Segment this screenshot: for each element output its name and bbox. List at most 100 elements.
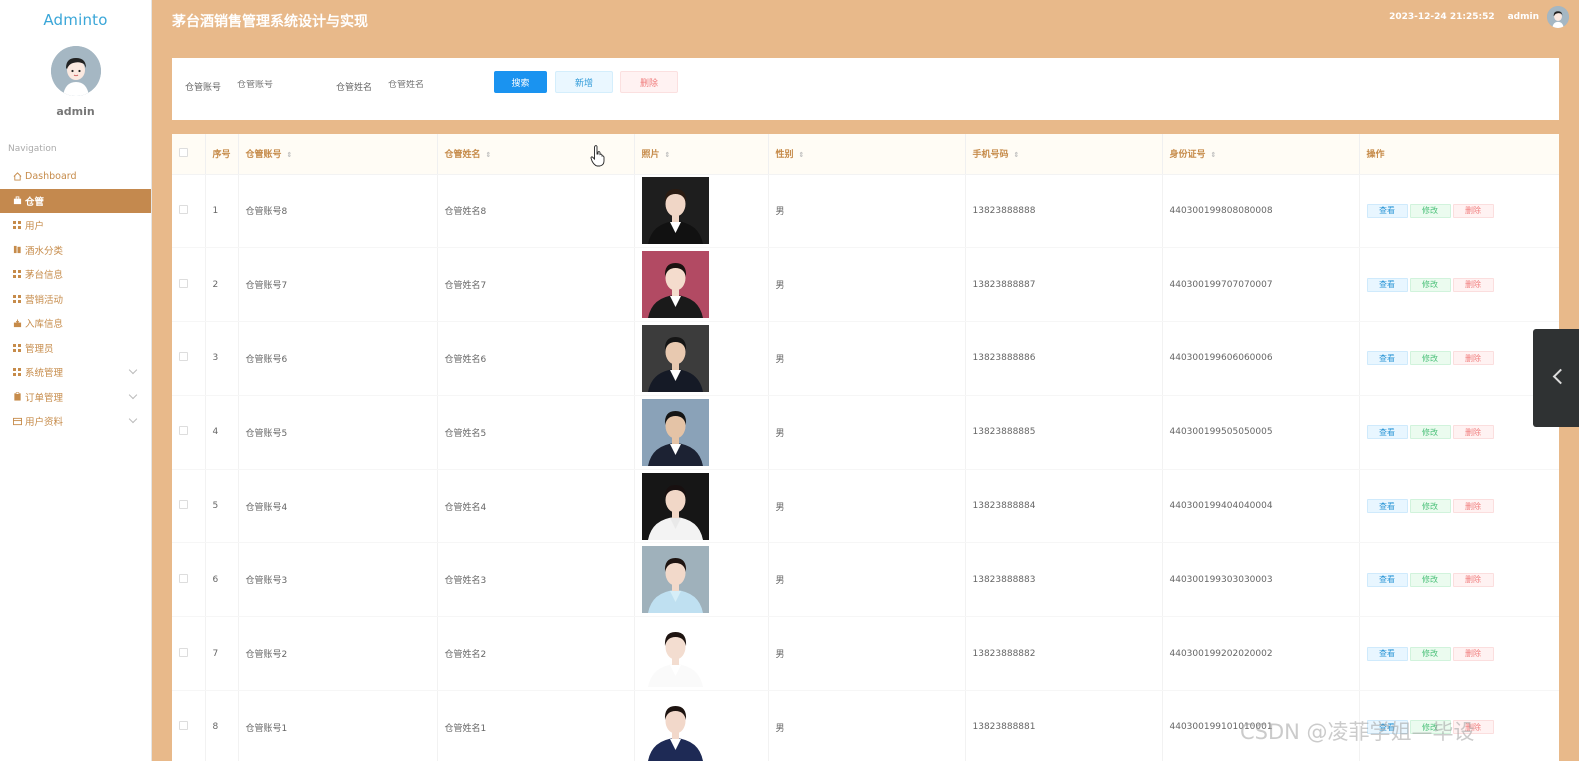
sidebar-item-warehouse-keeper[interactable]: 仓管 bbox=[0, 188, 151, 213]
sort-icon[interactable]: ⇕ bbox=[799, 151, 805, 159]
sidebar-item-system[interactable]: 系统管理 bbox=[0, 360, 151, 385]
view-button[interactable]: 查看 bbox=[1366, 425, 1408, 440]
column-header-photo[interactable]: 照片 ⇕ bbox=[634, 134, 769, 175]
name-search-input[interactable] bbox=[388, 80, 468, 90]
cell-photo[interactable] bbox=[634, 395, 769, 470]
column-header-id-number[interactable]: 身份证号 ⇕ bbox=[1162, 134, 1360, 175]
view-button[interactable]: 查看 bbox=[1366, 203, 1408, 218]
account-label: 仓管账号 bbox=[185, 83, 222, 93]
sort-icon[interactable]: ⇕ bbox=[665, 151, 671, 159]
cell-account: 仓管账号1 bbox=[238, 690, 438, 761]
cell-gender: 男 bbox=[768, 690, 966, 761]
sidebar-item-orders[interactable]: 订单管理 bbox=[0, 385, 151, 410]
batch-delete-button[interactable]: 删除 bbox=[620, 71, 678, 93]
delete-button[interactable]: 删除 bbox=[1452, 499, 1494, 514]
user-avatar[interactable] bbox=[50, 46, 101, 96]
edit-button[interactable]: 修改 bbox=[1409, 425, 1451, 440]
sidebar-item-label: 管理员 bbox=[25, 343, 54, 355]
header-username[interactable]: admin bbox=[1508, 12, 1539, 22]
delete-button[interactable]: 删除 bbox=[1452, 277, 1494, 292]
cell-name: 仓管姓名6 bbox=[437, 321, 635, 396]
cell-id-number: 440300199303030003 bbox=[1162, 542, 1360, 618]
edit-button[interactable]: 修改 bbox=[1409, 203, 1451, 218]
sidebar-item-dashboard[interactable]: Dashboard bbox=[0, 164, 151, 189]
edit-button[interactable]: 修改 bbox=[1409, 351, 1451, 366]
cell-index: 1 bbox=[205, 174, 239, 249]
view-button[interactable]: 查看 bbox=[1366, 572, 1408, 587]
row-select-cell bbox=[172, 469, 206, 544]
edit-button[interactable]: 修改 bbox=[1409, 499, 1451, 514]
sidebar-item-moutai-info[interactable]: 茅台信息 bbox=[0, 262, 151, 287]
cell-actions: 查看 修改 删除 bbox=[1359, 247, 1559, 323]
cell-photo[interactable] bbox=[634, 321, 769, 396]
view-button[interactable]: 查看 bbox=[1366, 499, 1408, 514]
sort-icon[interactable]: ⇕ bbox=[287, 151, 293, 159]
select-all-checkbox[interactable] bbox=[179, 147, 188, 157]
sort-icon[interactable]: ⇕ bbox=[1014, 151, 1020, 159]
cell-account: 仓管账号8 bbox=[238, 174, 438, 249]
table-row: 2 仓管账号7 仓管姓名7 男 13823888887 440300199707… bbox=[172, 247, 1559, 323]
sidebar-item-label: 入库信息 bbox=[25, 319, 64, 331]
edit-button[interactable]: 修改 bbox=[1409, 646, 1451, 661]
row-checkbox[interactable] bbox=[179, 426, 188, 436]
grid-icon bbox=[12, 294, 22, 304]
cell-photo[interactable] bbox=[634, 174, 769, 249]
sidebar-item-user-profile[interactable]: 用户资料 bbox=[0, 409, 151, 434]
row-checkbox[interactable] bbox=[179, 278, 188, 288]
row-checkbox[interactable] bbox=[179, 647, 188, 657]
cell-photo[interactable] bbox=[634, 690, 769, 761]
cell-account: 仓管账号5 bbox=[238, 395, 438, 470]
view-button[interactable]: 查看 bbox=[1366, 351, 1408, 366]
table-row: 7 仓管账号2 仓管姓名2 男 13823888882 440300199202… bbox=[172, 616, 1559, 692]
view-button[interactable]: 查看 bbox=[1366, 277, 1408, 292]
app-logo[interactable]: Adminto bbox=[0, 0, 151, 40]
sidebar-item-marketing[interactable]: 营销活动 bbox=[0, 287, 151, 312]
cell-gender: 男 bbox=[768, 616, 966, 692]
column-header-account[interactable]: 仓管账号 ⇕ bbox=[238, 134, 438, 175]
person-photo bbox=[641, 546, 709, 614]
table-header-row: 序号 仓管账号 ⇕ 仓管姓名 ⇕ 照片 ⇕ 性别 ⇕ 手机号码 ⇕ 身份证号 ⇕ 操作 bbox=[172, 134, 1559, 175]
search-button[interactable]: 搜索 bbox=[494, 71, 547, 93]
delete-button[interactable]: 删除 bbox=[1452, 572, 1494, 587]
sort-icon[interactable]: ⇕ bbox=[486, 151, 492, 159]
delete-button[interactable]: 删除 bbox=[1452, 351, 1494, 366]
cell-name: 仓管姓名5 bbox=[437, 395, 635, 470]
column-header-gender[interactable]: 性别 ⇕ bbox=[768, 134, 966, 175]
sidebar-item-inbound[interactable]: 入库信息 bbox=[0, 311, 151, 336]
grid-icon bbox=[12, 269, 22, 279]
table-row: 1 仓管账号8 仓管姓名8 男 13823888888 440300199808… bbox=[172, 174, 1559, 249]
row-checkbox[interactable] bbox=[179, 721, 188, 731]
view-button[interactable]: 查看 bbox=[1366, 646, 1408, 661]
cell-photo[interactable] bbox=[634, 247, 769, 323]
sidebar-item-liquor-category[interactable]: 酒水分类 bbox=[0, 238, 151, 263]
cell-photo[interactable] bbox=[634, 542, 769, 618]
edit-button[interactable]: 修改 bbox=[1409, 277, 1451, 292]
person-photo bbox=[641, 324, 709, 392]
delete-button[interactable]: 删除 bbox=[1452, 425, 1494, 440]
watermark: CSDN @凌菲学姐—毕设 bbox=[1240, 720, 1475, 744]
add-button[interactable]: 新增 bbox=[555, 71, 613, 93]
sidebar-item-label: 酒水分类 bbox=[25, 245, 64, 257]
sort-icon[interactable]: ⇕ bbox=[1211, 151, 1217, 159]
sidebar-item-users[interactable]: 用户 bbox=[0, 213, 151, 238]
row-select-cell bbox=[172, 542, 206, 618]
edit-button[interactable]: 修改 bbox=[1409, 572, 1451, 587]
row-checkbox[interactable] bbox=[179, 573, 188, 583]
chevron-down-icon bbox=[128, 390, 138, 399]
column-header-phone[interactable]: 手机号码 ⇕ bbox=[965, 134, 1163, 175]
header-avatar[interactable] bbox=[1547, 6, 1569, 28]
row-checkbox[interactable] bbox=[179, 204, 188, 214]
data-table-container: 序号 仓管账号 ⇕ 仓管姓名 ⇕ 照片 ⇕ 性别 ⇕ 手机号码 ⇕ 身份证号 ⇕ 操作 1 … bbox=[172, 134, 1559, 761]
cell-photo[interactable] bbox=[634, 616, 769, 692]
account-search-input[interactable] bbox=[237, 80, 317, 90]
row-checkbox[interactable] bbox=[179, 500, 188, 510]
cell-photo[interactable] bbox=[634, 469, 769, 544]
column-header-label: 仓管账号 bbox=[245, 150, 282, 161]
row-checkbox[interactable] bbox=[179, 352, 188, 362]
sidebar-item-admins[interactable]: 管理员 bbox=[0, 336, 151, 361]
side-drawer-toggle[interactable] bbox=[1533, 329, 1579, 427]
sidebar-username: admin bbox=[56, 105, 95, 118]
delete-button[interactable]: 删除 bbox=[1452, 203, 1494, 218]
delete-button[interactable]: 删除 bbox=[1452, 646, 1494, 661]
name-label: 仓管姓名 bbox=[336, 83, 373, 93]
